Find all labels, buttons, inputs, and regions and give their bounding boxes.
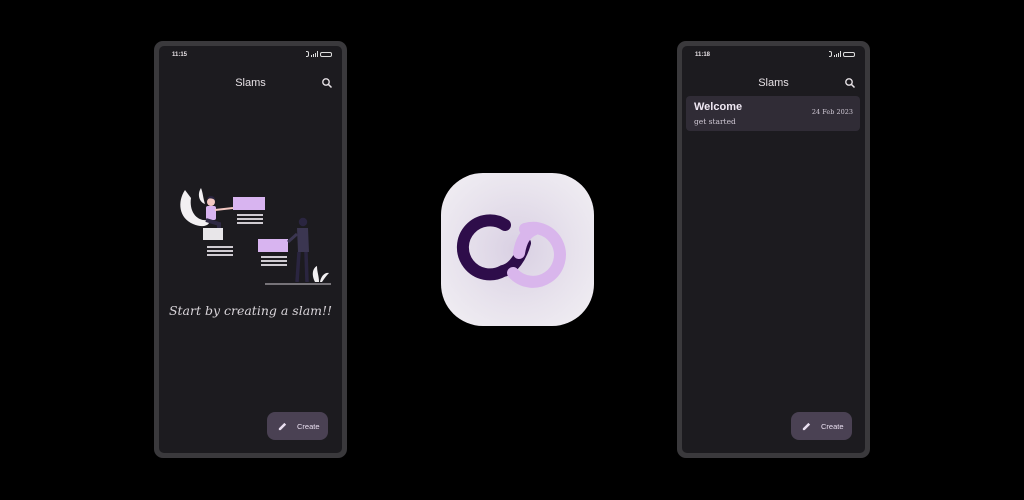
status-bar: 11:18 bbox=[682, 46, 865, 64]
app-logo bbox=[441, 173, 594, 326]
pencil-icon bbox=[278, 422, 287, 430]
empty-state-illustration bbox=[180, 188, 331, 285]
create-button-label: Create bbox=[821, 421, 844, 431]
battery-icon bbox=[320, 51, 332, 57]
note-title: Welcome bbox=[694, 101, 743, 113]
right-phone-frame: 11:18 Slams Welcome get started 24 Feb 2… bbox=[677, 41, 870, 458]
left-phone-screen: 11:15 Slams Start by creating a slam!! C… bbox=[159, 46, 342, 453]
left-phone-frame: 11:15 Slams Start by creating a slam!! C… bbox=[154, 41, 347, 458]
bluetooth-icon bbox=[829, 51, 832, 57]
appbar-title: Slams bbox=[235, 77, 266, 89]
create-button[interactable]: Create bbox=[267, 412, 328, 440]
note-card[interactable]: Welcome get started 24 Feb 2023 bbox=[686, 96, 860, 131]
status-bar: 11:15 bbox=[159, 46, 342, 64]
empty-state-message: Start by creating a slam!! bbox=[168, 303, 333, 318]
status-time: 11:15 bbox=[172, 52, 188, 58]
signal-icon bbox=[834, 51, 841, 57]
bluetooth-icon bbox=[306, 51, 309, 57]
status-icons bbox=[829, 51, 855, 57]
pencil-icon bbox=[802, 422, 811, 430]
note-date: 24 Feb 2023 bbox=[811, 108, 853, 116]
signal-icon bbox=[311, 51, 318, 57]
search-icon[interactable] bbox=[844, 77, 856, 89]
battery-icon bbox=[843, 51, 855, 57]
note-subtitle: get started bbox=[694, 117, 736, 126]
status-time: 11:18 bbox=[695, 52, 711, 58]
create-button-label: Create bbox=[297, 421, 320, 431]
app-logo-icon bbox=[456, 214, 566, 288]
appbar-title: Slams bbox=[758, 77, 789, 89]
create-button[interactable]: Create bbox=[791, 412, 852, 440]
right-phone-screen: 11:18 Slams Welcome get started 24 Feb 2… bbox=[682, 46, 865, 453]
search-icon[interactable] bbox=[321, 77, 333, 89]
status-icons bbox=[306, 51, 332, 57]
